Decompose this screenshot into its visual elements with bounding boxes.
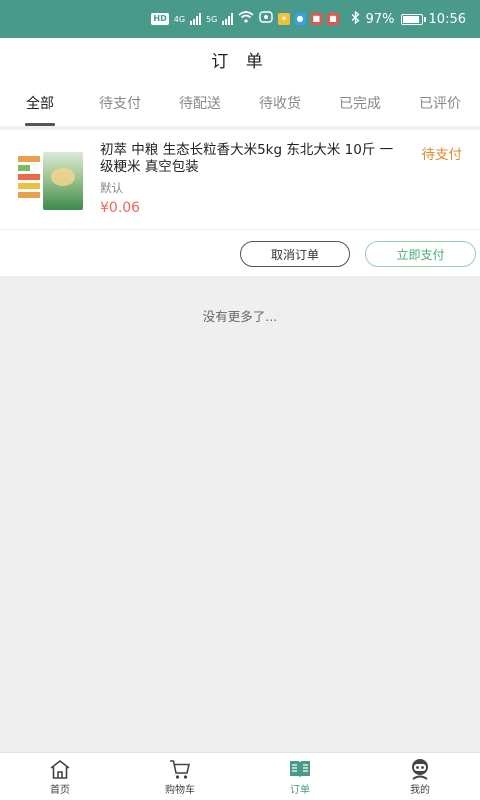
order-tabs: 全部 待支付 待配送 待收货 已完成 已评价: [0, 80, 480, 126]
nav-profile-label: 我的: [410, 784, 430, 796]
status-right: 97% 10:56: [351, 10, 466, 28]
nav-cart-label: 购物车: [165, 784, 195, 796]
order-book-icon: [290, 760, 310, 778]
weather-notification-icon: ☀: [278, 13, 290, 25]
signal-strength-icon: [190, 13, 202, 25]
nav-orders-label: 订单: [290, 784, 310, 796]
hd-indicator: HD: [151, 13, 169, 25]
battery-icon: [400, 13, 426, 25]
tab-pending-delivery[interactable]: 待配送: [160, 80, 240, 126]
bluetooth-icon: [351, 10, 360, 28]
pay-now-button[interactable]: 立即支付: [365, 241, 476, 267]
bottom-nav: 首页 购物车 订单 我的: [0, 752, 480, 800]
product-thumbnail-side-image: [18, 156, 40, 206]
signal-strength-icon-2: [222, 13, 234, 25]
tab-completed[interactable]: 已完成: [320, 80, 400, 126]
product-title: 初萃 中粮 生态长粒香大米5kg 东北大米 10斤 一级粳米 真空包装: [100, 142, 394, 175]
product-price: ¥0.06: [100, 200, 141, 216]
nav-orders[interactable]: 订单: [240, 753, 360, 800]
home-icon: [50, 759, 70, 779]
chat-notification-icon: ●: [294, 13, 306, 25]
tab-reviewed[interactable]: 已评价: [400, 80, 480, 126]
order-status: 待支付: [421, 147, 463, 163]
wifi-icon: [238, 11, 254, 27]
profile-icon: [412, 758, 428, 780]
status-bar: HD 4G 5G ☀ ● ■ ■ 97% 10:56: [0, 0, 480, 38]
order-product-row[interactable]: 初萃 中粮 生态长粒香大米5kg 东北大米 10斤 一级粳米 真空包装 待支付 …: [0, 130, 480, 230]
clock: 10:56: [428, 11, 466, 27]
cancel-order-button[interactable]: 取消订单: [240, 241, 350, 267]
tab-all[interactable]: 全部: [0, 80, 80, 126]
list-end-text: 没有更多了...: [202, 309, 278, 324]
product-spec: 默认: [100, 181, 123, 195]
nav-home-label: 首页: [50, 784, 70, 796]
news-notification-icon-2: ■: [327, 13, 339, 25]
news-notification-icon: ■: [310, 13, 323, 25]
rice-bag-image: [43, 152, 83, 210]
signal-5g-icon: 5G: [206, 14, 218, 24]
status-icons: HD 4G 5G ☀ ● ■ ■: [151, 11, 339, 27]
nav-profile[interactable]: 我的: [360, 753, 480, 800]
tab-pending-receipt[interactable]: 待收货: [240, 80, 320, 126]
battery-fill: [402, 15, 419, 23]
tab-pending-payment[interactable]: 待支付: [80, 80, 160, 126]
order-actions: 取消订单 立即支付: [0, 230, 480, 276]
nav-cart[interactable]: 购物车: [120, 753, 240, 800]
cart-icon: [170, 759, 191, 779]
order-card: 初萃 中粮 生态长粒香大米5kg 东北大米 10斤 一级粳米 真空包装 待支付 …: [0, 130, 480, 276]
battery-percent: 97%: [365, 11, 395, 27]
nav-home[interactable]: 首页: [0, 753, 120, 800]
product-thumbnail[interactable]: [16, 152, 84, 210]
app-notification-icon: [259, 11, 274, 27]
page-title: 订 单: [0, 38, 480, 80]
signal-4g-icon: 4G: [173, 14, 186, 24]
